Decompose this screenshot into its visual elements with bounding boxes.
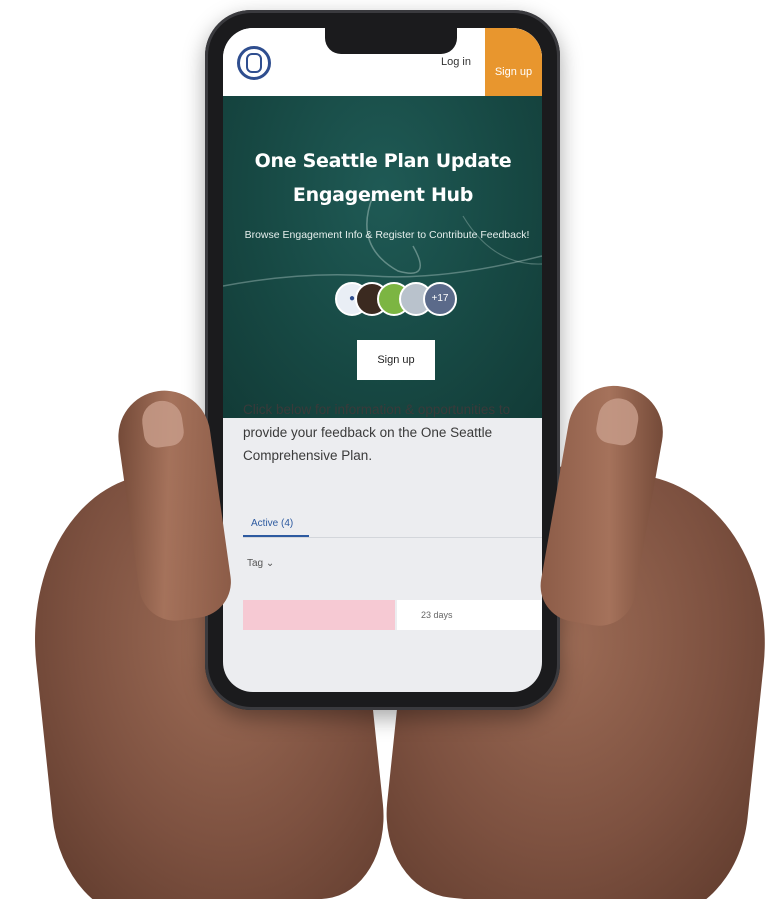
city-logo-icon[interactable] (237, 46, 271, 80)
phone-screen: Log in Sign up One Seattle Plan Update E… (223, 28, 542, 692)
hero-banner: One Seattle Plan Update Engagement Hub B… (223, 96, 542, 418)
hero-subtitle: Browse Engagement Info & Register to Con… (244, 229, 530, 241)
days-remaining: 23 days (421, 610, 453, 620)
header-signup-button[interactable]: Sign up (485, 28, 542, 96)
thumbnail-left (139, 398, 186, 450)
phone-notch (325, 28, 457, 54)
login-link[interactable]: Log in (441, 56, 471, 68)
project-card[interactable] (397, 600, 542, 630)
more-participants-badge: +17 (423, 282, 457, 316)
hero-title: One Seattle Plan Update Engagement Hub (254, 150, 512, 206)
tab-active[interactable]: Active (4) (243, 508, 309, 538)
project-card-image[interactable] (243, 600, 395, 630)
hero-signup-button[interactable]: Sign up (357, 340, 435, 380)
tag-filter-dropdown[interactable]: Tag ⌄ (247, 558, 274, 569)
phone-device: Log in Sign up One Seattle Plan Update E… (205, 10, 560, 710)
intro-text: Click below for information & opportunit… (243, 402, 511, 463)
tab-divider (243, 537, 542, 538)
participant-avatars: ● +17 (335, 282, 465, 318)
thumbnail-right (594, 395, 642, 448)
